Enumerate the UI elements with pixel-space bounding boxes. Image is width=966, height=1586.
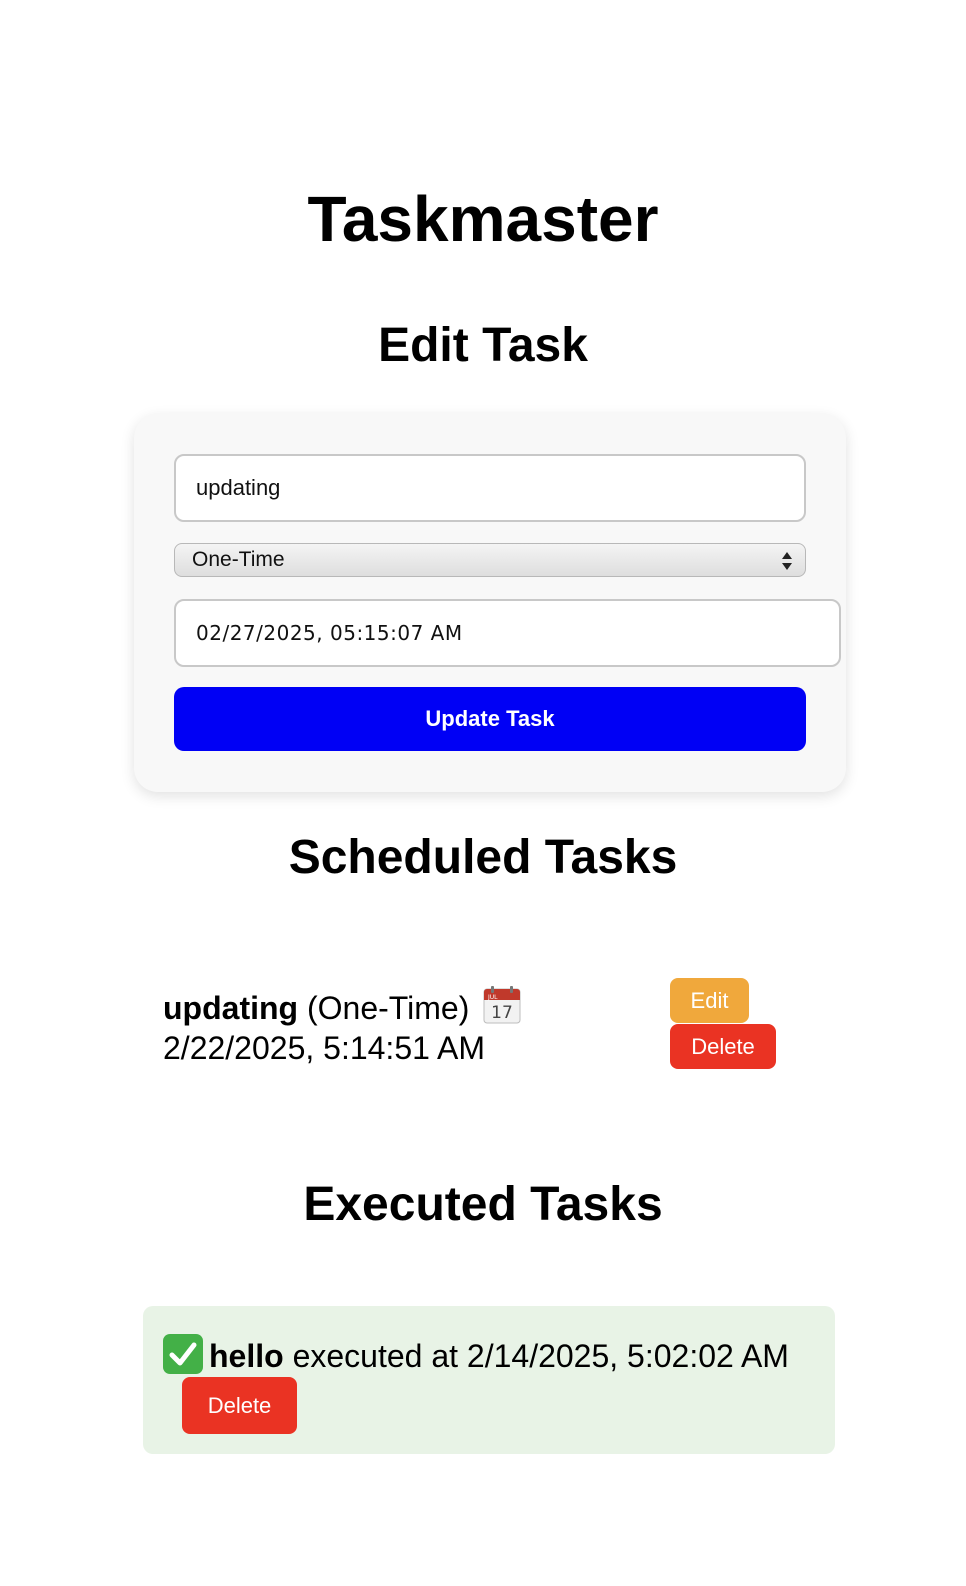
delete-scheduled-task-button[interactable]: Delete [670, 1024, 776, 1069]
scheduled-tasks-heading: Scheduled Tasks [288, 831, 678, 884]
task-type-select[interactable]: One-Time [174, 543, 806, 577]
check-mark-icon [163, 1334, 203, 1374]
calendar-icon: JUL 17 [483, 986, 521, 1024]
edit-task-heading: Edit Task [378, 319, 588, 372]
app-title: Taskmaster [307, 183, 659, 255]
delete-executed-task-button[interactable]: Delete [182, 1377, 297, 1434]
scheduled-task-datetime: 2/22/2025, 5:14:51 AM [163, 1030, 486, 1066]
scheduled-task-type: (One-Time) [306, 990, 470, 1026]
scheduled-task-name: updating [163, 990, 299, 1026]
executed-tasks-heading: Executed Tasks [303, 1178, 663, 1231]
datetime-input[interactable] [174, 599, 841, 667]
task-name-input[interactable] [174, 454, 806, 522]
executed-task-name: hello [209, 1338, 284, 1374]
update-task-button[interactable]: Update Task [174, 687, 806, 751]
calendar-icon-day: 17 [491, 1003, 513, 1023]
edit-task-form: One-Time Update Task [134, 414, 846, 792]
executed-task-item: hello executed at 2/14/2025, 5:02:02 AM … [143, 1306, 835, 1454]
task-type-selected-value: One-Time [192, 548, 285, 571]
executed-task-line: hello executed at 2/14/2025, 5:02:02 AM [163, 1334, 789, 1376]
executed-task-text: executed at 2/14/2025, 5:02:02 AM [292, 1338, 789, 1374]
edit-task-button[interactable]: Edit [670, 978, 749, 1023]
scheduled-task-item: updating (One-Time) JUL 17 2/22/2025, 5:… [163, 985, 643, 1068]
calendar-icon-month: JUL [487, 994, 498, 1001]
select-arrows-icon [782, 552, 792, 570]
